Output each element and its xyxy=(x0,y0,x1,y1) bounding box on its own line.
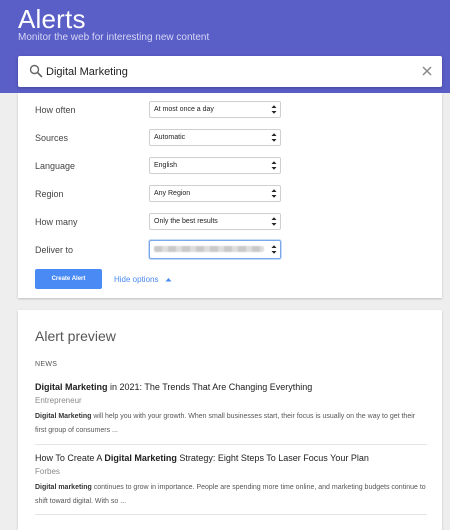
snippet-keyword: Digital marketing xyxy=(35,484,92,491)
search-box[interactable] xyxy=(18,56,442,87)
article-title-prefix: How To Create A xyxy=(35,453,105,463)
select-arrows-icon xyxy=(271,161,277,170)
how-many-value: Only the best results xyxy=(154,218,218,225)
article-source: Entrepreneur xyxy=(35,396,82,405)
article-title-keyword: Digital Marketing xyxy=(35,382,108,392)
preview-title: Alert preview xyxy=(35,328,116,344)
select-arrows-icon xyxy=(271,133,277,142)
hide-options-link[interactable]: Hide options xyxy=(114,275,158,284)
news-article: How To Create A Digital Marketing Strate… xyxy=(35,453,427,509)
sources-label: Sources xyxy=(35,133,69,143)
search-input[interactable] xyxy=(46,62,406,81)
search-icon xyxy=(29,64,43,78)
how-often-select[interactable]: At most once a day xyxy=(149,101,281,118)
how-often-value: At most once a day xyxy=(154,106,214,113)
article-divider xyxy=(35,514,427,515)
snippet-keyword: Digital Marketing xyxy=(35,413,92,420)
alert-options-card: How often At most once a day Sources Aut… xyxy=(18,93,442,298)
language-value: English xyxy=(154,162,177,169)
snippet-text: will help you with your growth. When sma… xyxy=(35,413,416,434)
region-value: Any Region xyxy=(154,190,191,197)
sources-select[interactable]: Automatic xyxy=(149,129,281,146)
select-arrows-icon xyxy=(271,245,277,254)
how-often-label: How often xyxy=(35,105,76,115)
article-title-text: in 2021: The Trends That Are Changing Ev… xyxy=(107,382,313,392)
deliver-to-label: Deliver to xyxy=(35,245,74,255)
redacted-email xyxy=(154,246,264,252)
deliver-to-select[interactable] xyxy=(149,240,281,259)
language-select[interactable]: English xyxy=(149,157,281,174)
article-divider xyxy=(35,444,427,445)
select-arrows-icon xyxy=(271,105,277,114)
region-label: Region xyxy=(35,189,64,199)
sources-value: Automatic xyxy=(154,134,186,141)
article-source: Forbes xyxy=(35,467,60,476)
how-many-select[interactable]: Only the best results xyxy=(149,213,281,230)
news-section-label: NEWS xyxy=(35,361,58,368)
article-title-text: Strategy: Eight Steps To Laser Focus You… xyxy=(176,453,369,463)
alert-preview-card: Alert preview NEWS Digital Marketing in … xyxy=(18,310,442,530)
close-icon[interactable] xyxy=(420,64,434,78)
snippet-text: continues to grow in importance. People … xyxy=(35,484,426,505)
news-article: Digital Marketing in 2021: The Trends Th… xyxy=(35,382,427,438)
select-arrows-icon xyxy=(271,217,277,226)
caret-up-icon[interactable] xyxy=(165,277,172,282)
page-subtitle: Monitor the web for interesting new cont… xyxy=(18,32,210,43)
article-title-keyword: Digital Marketing xyxy=(104,453,177,463)
create-alert-button[interactable]: Create Alert xyxy=(35,269,102,289)
page-title: Alerts xyxy=(18,4,86,34)
region-select[interactable]: Any Region xyxy=(149,185,281,202)
article-snippet: Digital marketing continues to grow in i… xyxy=(35,481,427,509)
language-label: Language xyxy=(35,161,76,171)
header: Alerts Monitor the web for interesting n… xyxy=(0,0,450,93)
article-title-link[interactable]: How To Create A Digital Marketing Strate… xyxy=(35,453,427,464)
how-many-label: How many xyxy=(35,217,78,227)
article-snippet: Digital Marketing will help you with you… xyxy=(35,410,427,438)
article-title-link[interactable]: Digital Marketing in 2021: The Trends Th… xyxy=(35,382,427,393)
select-arrows-icon xyxy=(271,189,277,198)
